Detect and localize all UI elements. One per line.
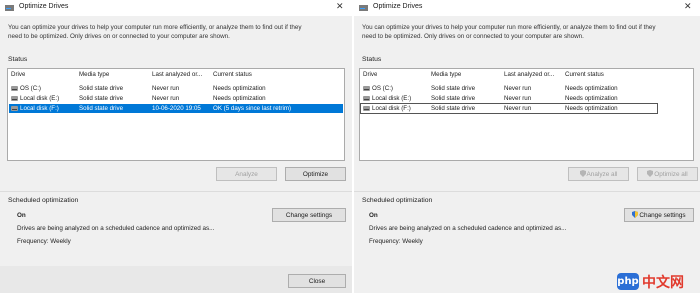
drive-list[interactable]: Drive Media type Last analyzed or... Cur… bbox=[359, 68, 694, 161]
drive-list[interactable]: Drive Media type Last analyzed or... Cur… bbox=[7, 68, 345, 161]
last-analyzed: Never run bbox=[504, 105, 532, 112]
watermark-text: 中文网 bbox=[642, 275, 684, 291]
media-type: Solid state drive bbox=[431, 105, 476, 112]
current-status: OK (5 days since last retrim) bbox=[213, 105, 292, 112]
shield-icon bbox=[632, 211, 639, 218]
drive-name: Local disk (F:) bbox=[372, 105, 411, 112]
media-type: Solid state drive bbox=[79, 95, 124, 102]
last-analyzed: Never run bbox=[504, 95, 532, 102]
col-last-analyzed[interactable]: Last analyzed or... bbox=[152, 71, 202, 78]
divider bbox=[0, 191, 352, 192]
schedule-frequency: Frequency: Weekly bbox=[369, 238, 423, 245]
drive-name: OS (C:) bbox=[20, 85, 41, 92]
intro-line: You can optimize your drives to help you… bbox=[362, 24, 656, 31]
intro-line: need to be optimized. Only drives on or … bbox=[362, 33, 584, 40]
schedule-frequency: Frequency: Weekly bbox=[17, 238, 71, 245]
drive-row-f-selected[interactable]: Local disk (F:) Solid state drive 10-06-… bbox=[9, 104, 343, 113]
analyze-button[interactable]: Analyze bbox=[216, 167, 277, 181]
analyze-all-label: Analyze all bbox=[586, 171, 618, 178]
change-settings-label: Change settings bbox=[639, 212, 686, 219]
current-status: Needs optimization bbox=[213, 95, 266, 102]
last-analyzed: Never run bbox=[152, 85, 180, 92]
media-type: Solid state drive bbox=[79, 85, 124, 92]
window-title: Optimize Drives bbox=[373, 3, 423, 10]
intro-text: You can optimize your drives to help you… bbox=[8, 23, 302, 41]
col-drive[interactable]: Drive bbox=[11, 71, 25, 78]
drive-icon bbox=[11, 96, 18, 101]
intro-text: You can optimize your drives to help you… bbox=[362, 23, 656, 41]
optimize-drives-window-left: Optimize Drives ✕ You can optimize your … bbox=[0, 0, 352, 293]
drive-icon bbox=[363, 106, 370, 111]
close-button[interactable]: Close bbox=[288, 274, 346, 288]
media-type: Solid state drive bbox=[431, 95, 476, 102]
drive-name: Local disk (E:) bbox=[372, 95, 412, 102]
intro-line: need to be optimized. Only drives on or … bbox=[8, 33, 230, 40]
drive-row-c[interactable]: OS (C:) Solid state drive Never run Need… bbox=[361, 84, 691, 93]
scheduled-label: Scheduled optimization bbox=[362, 197, 433, 204]
media-type: Solid state drive bbox=[79, 105, 124, 112]
optimize-all-button[interactable]: Optimize all bbox=[637, 167, 698, 181]
list-header: Drive Media type Last analyzed or... Cur… bbox=[360, 71, 693, 81]
current-status: Needs optimization bbox=[565, 95, 618, 102]
col-drive[interactable]: Drive bbox=[363, 71, 377, 78]
col-current-status[interactable]: Current status bbox=[565, 71, 604, 78]
watermark-badge: php bbox=[617, 273, 639, 290]
change-settings-button[interactable]: Change settings bbox=[272, 208, 346, 222]
drive-row-e[interactable]: Local disk (E:) Solid state drive Never … bbox=[9, 94, 343, 103]
optimize-drives-app-icon bbox=[5, 5, 14, 11]
col-media-type[interactable]: Media type bbox=[431, 71, 461, 78]
shield-icon bbox=[579, 170, 586, 177]
title-bar: Optimize Drives ✕ bbox=[0, 0, 352, 16]
drive-icon bbox=[363, 96, 370, 101]
optimize-drives-app-icon bbox=[359, 5, 368, 11]
current-status: Needs optimization bbox=[565, 105, 618, 112]
current-status: Needs optimization bbox=[213, 85, 266, 92]
drive-row-e[interactable]: Local disk (E:) Solid state drive Never … bbox=[361, 94, 691, 103]
optimize-button[interactable]: Optimize bbox=[285, 167, 346, 181]
optimize-drives-window-right: Optimize Drives ✕ You can optimize your … bbox=[354, 0, 700, 293]
schedule-description: Drives are being analyzed on a scheduled… bbox=[17, 225, 215, 232]
status-label: Status bbox=[362, 56, 382, 63]
schedule-state: On bbox=[17, 212, 26, 219]
close-icon[interactable]: ✕ bbox=[336, 1, 344, 12]
change-settings-button[interactable]: Change settings bbox=[624, 208, 694, 222]
drive-icon bbox=[363, 86, 370, 91]
shield-icon bbox=[647, 170, 654, 177]
drive-icon bbox=[11, 86, 18, 91]
title-bar: Optimize Drives ✕ bbox=[354, 0, 700, 16]
drive-name: OS (C:) bbox=[372, 85, 393, 92]
media-type: Solid state drive bbox=[431, 85, 476, 92]
optimize-all-label: Optimize all bbox=[654, 171, 688, 178]
drive-row-c[interactable]: OS (C:) Solid state drive Never run Need… bbox=[9, 84, 343, 93]
status-label: Status bbox=[8, 56, 28, 63]
drive-row-f[interactable]: Local disk (F:) Solid state drive Never … bbox=[360, 103, 658, 114]
col-last-analyzed[interactable]: Last analyzed or... bbox=[504, 71, 554, 78]
close-icon[interactable]: ✕ bbox=[684, 1, 692, 12]
scheduled-label: Scheduled optimization bbox=[8, 197, 79, 204]
last-analyzed: Never run bbox=[504, 85, 532, 92]
last-analyzed: Never run bbox=[152, 95, 180, 102]
drive-name: Local disk (E:) bbox=[20, 95, 60, 102]
schedule-description: Drives are being analyzed on a scheduled… bbox=[369, 225, 567, 232]
list-header: Drive Media type Last analyzed or... Cur… bbox=[8, 71, 344, 81]
col-current-status[interactable]: Current status bbox=[213, 71, 252, 78]
divider bbox=[354, 191, 700, 192]
window-title: Optimize Drives bbox=[19, 3, 69, 10]
analyze-all-button[interactable]: Analyze all bbox=[568, 167, 629, 181]
schedule-state: On bbox=[369, 212, 378, 219]
drive-name: Local disk (F:) bbox=[20, 105, 59, 112]
last-analyzed: 10-06-2020 19:05 bbox=[152, 105, 201, 112]
col-media-type[interactable]: Media type bbox=[79, 71, 109, 78]
intro-line: You can optimize your drives to help you… bbox=[8, 24, 302, 31]
drive-icon bbox=[11, 106, 18, 111]
current-status: Needs optimization bbox=[565, 85, 618, 92]
